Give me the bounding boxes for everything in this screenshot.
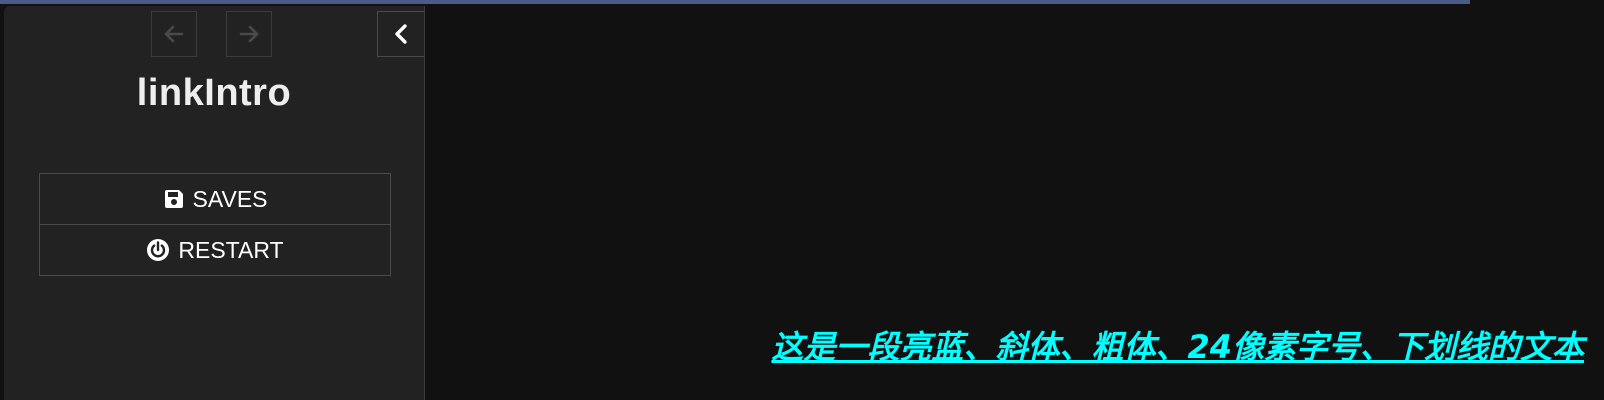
saves-label: SAVES <box>192 185 268 212</box>
arrow-left-icon <box>164 25 184 43</box>
story-title: linkIntro <box>136 72 292 114</box>
passage-text: 这是一段亮蓝、斜体、粗体、24像素字号、下划线的文本 <box>771 328 1584 366</box>
power-icon <box>147 239 170 261</box>
history-back-button[interactable] <box>151 11 197 57</box>
arrow-right-icon <box>239 25 259 43</box>
restart-label: RESTART <box>178 236 284 263</box>
sidebar-menu: SAVES RESTART <box>39 173 391 276</box>
window-top-bar <box>0 0 1470 4</box>
saves-button[interactable]: SAVES <box>40 174 390 224</box>
restart-button[interactable]: RESTART <box>40 224 390 275</box>
sidebar-collapse-button[interactable] <box>377 11 424 57</box>
history-forward-button[interactable] <box>226 11 272 57</box>
floppy-disk-icon <box>164 190 183 208</box>
chevron-left-icon <box>395 24 407 44</box>
ui-sidebar: linkIntro SAVES RESTART <box>4 6 425 400</box>
